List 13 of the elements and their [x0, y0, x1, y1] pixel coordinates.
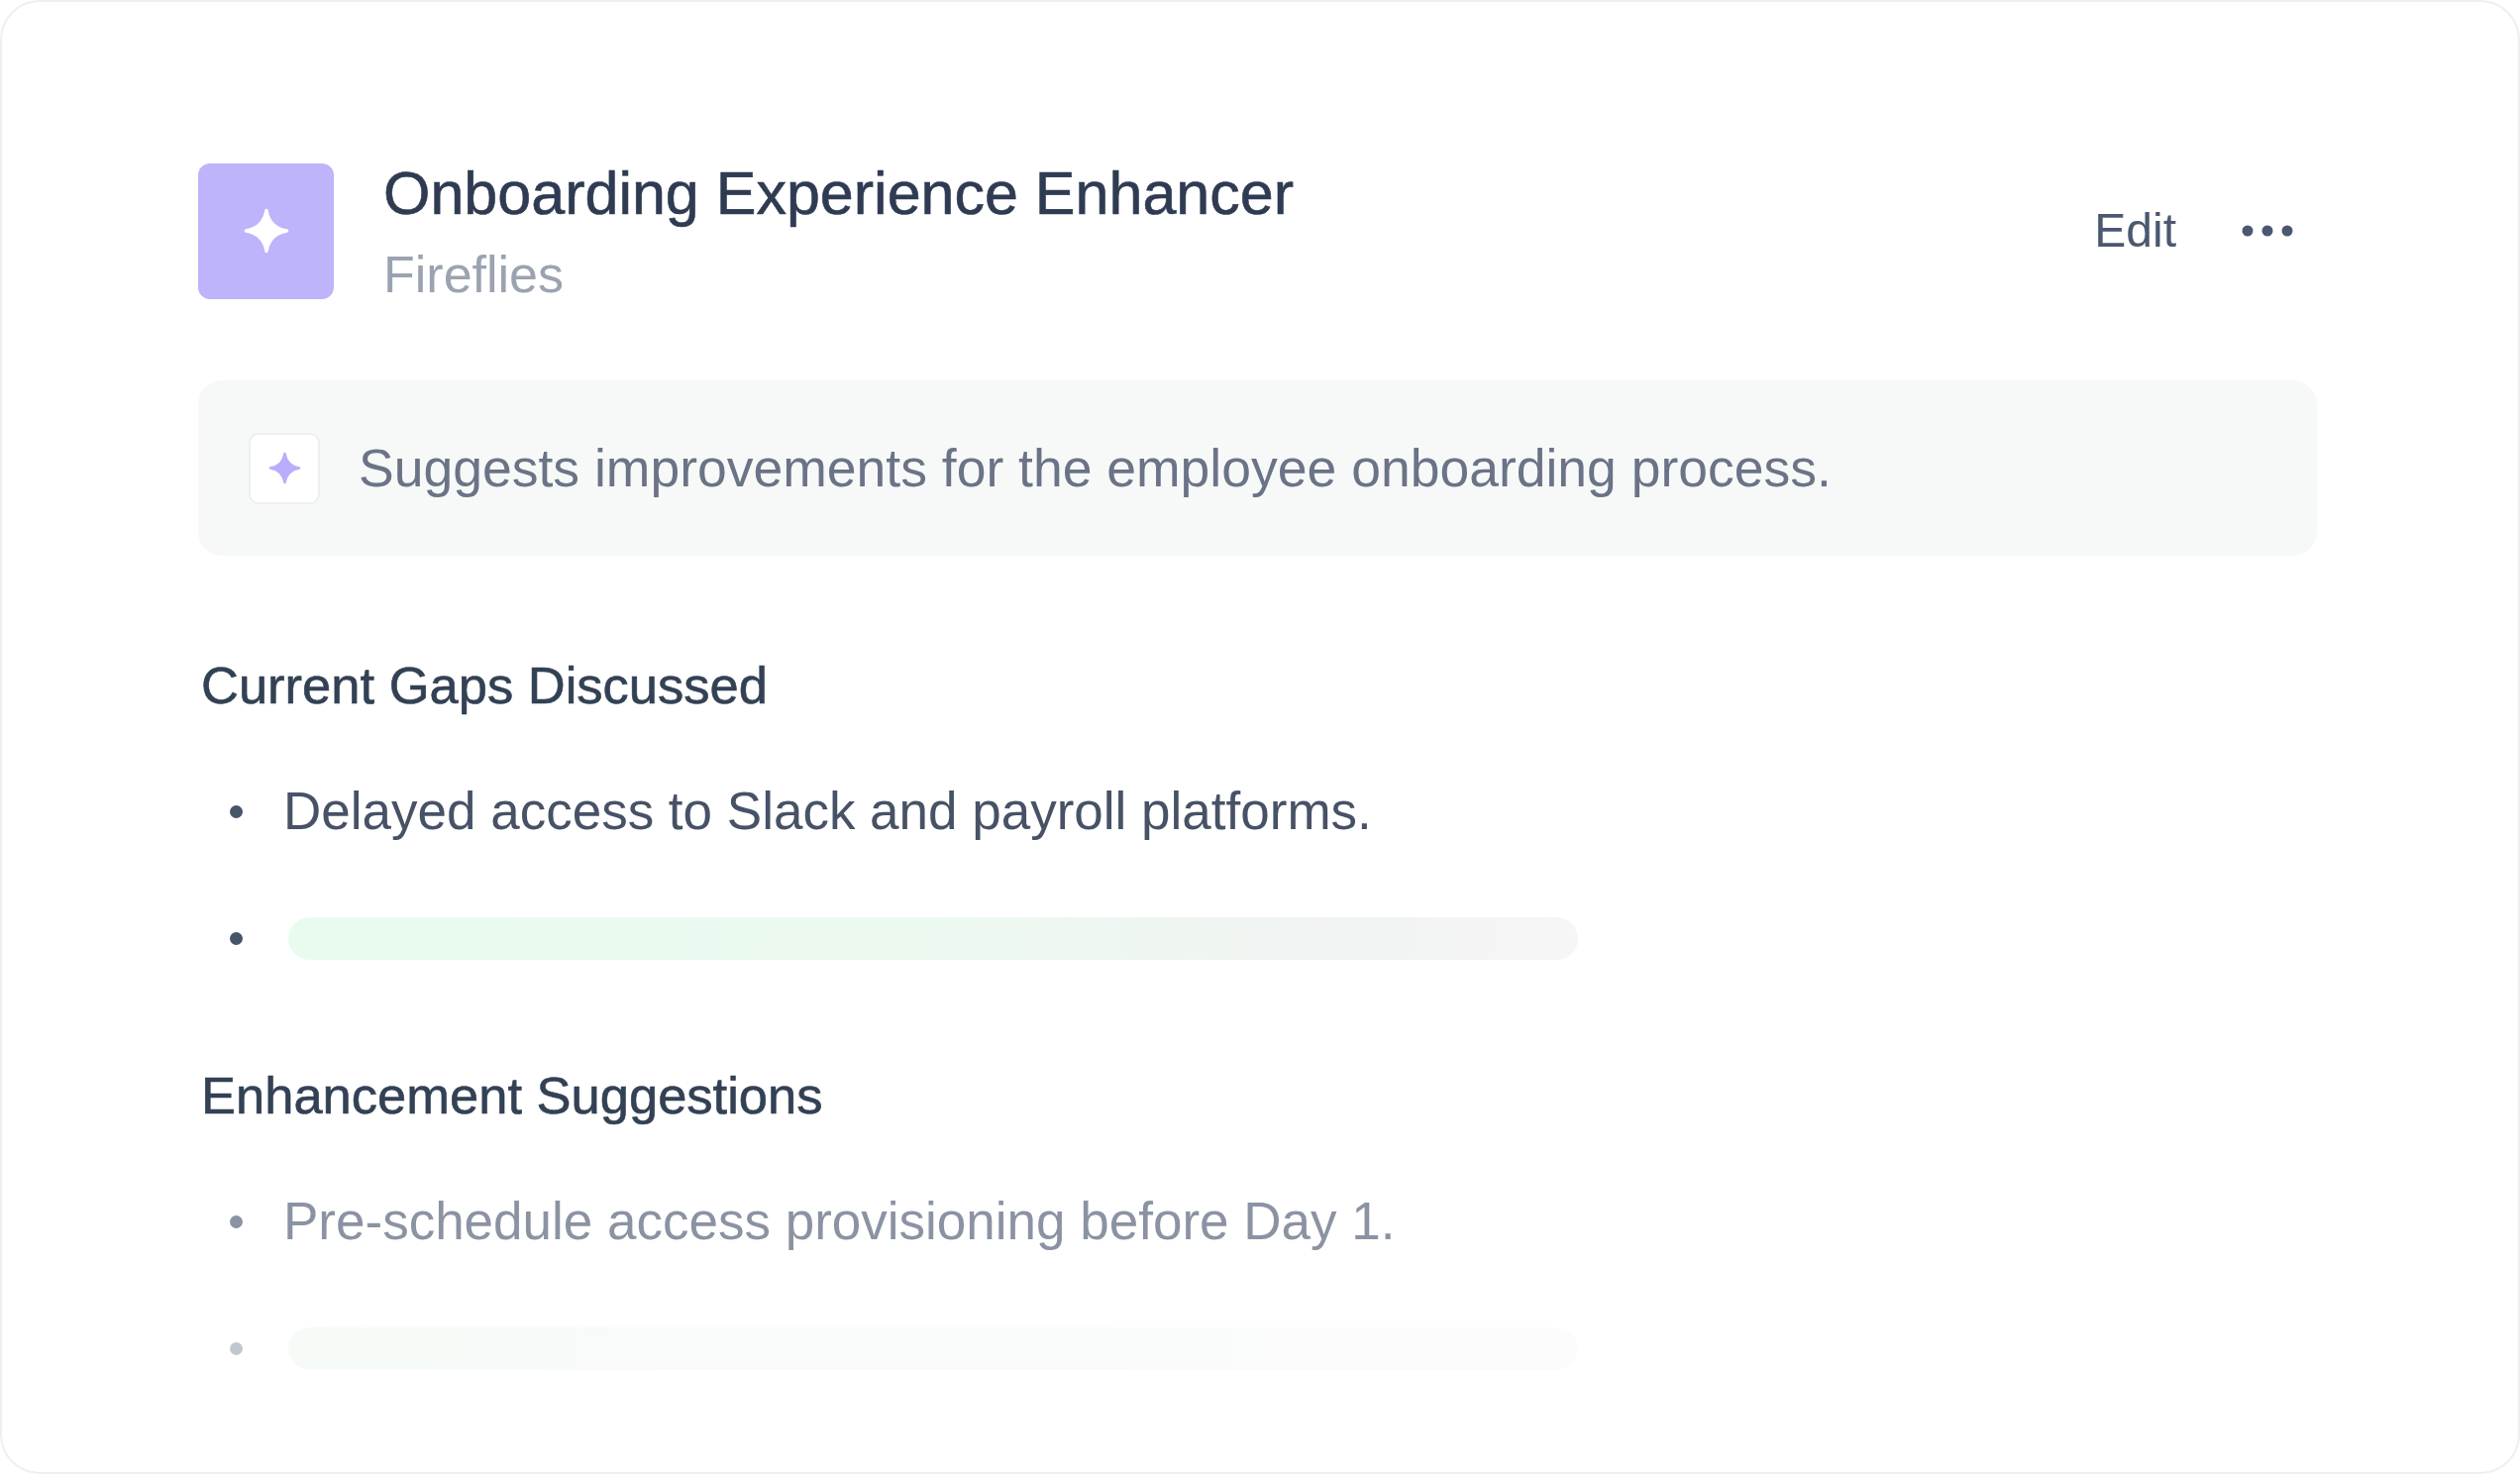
- app-subtitle: Fireflies: [383, 245, 566, 304]
- edit-button[interactable]: Edit: [2070, 189, 2200, 272]
- bullet-text: Pre-schedule access provisioning before Day 1.: [283, 1191, 1396, 1252]
- sparkle-icon: [249, 432, 320, 504]
- sparkle-icon: [198, 162, 334, 299]
- more-icon: [2242, 225, 2293, 237]
- bullet-icon: [230, 1214, 243, 1228]
- bullet-text: Delayed access to Slack and payroll platforms.: [283, 781, 1372, 842]
- section-heading: Enhancement Suggestions: [201, 1065, 824, 1126]
- app-title: Onboarding Experience Enhancer: [383, 158, 1295, 229]
- bullet-icon: [230, 804, 243, 818]
- summary-text: Suggests improvements for the employee onboarding process.: [359, 437, 1832, 499]
- section-heading: Current Gaps Discussed: [201, 655, 769, 716]
